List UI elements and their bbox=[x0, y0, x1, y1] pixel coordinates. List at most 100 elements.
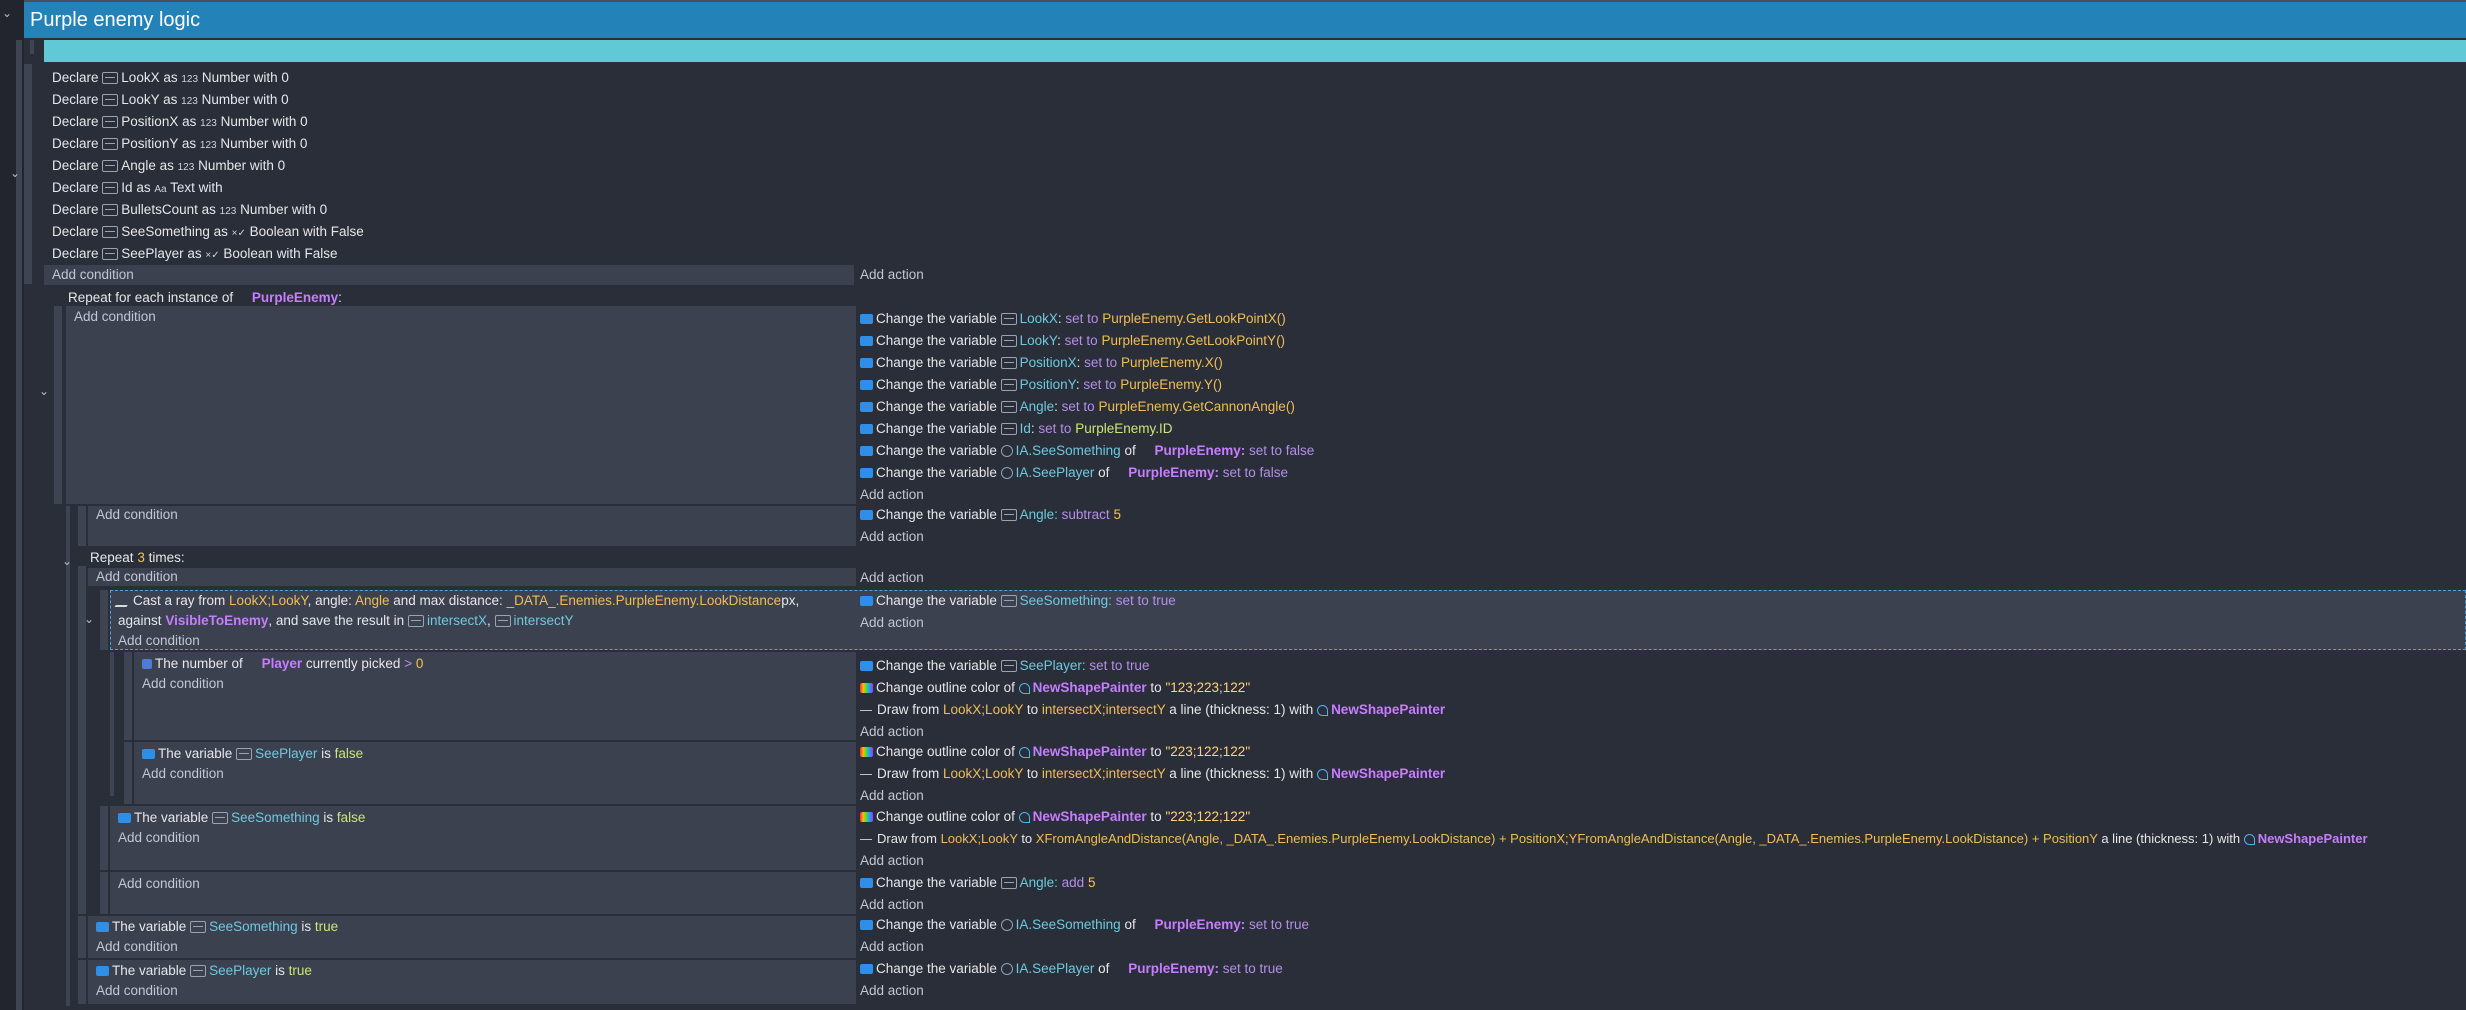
add-condition-link[interactable]: Add condition bbox=[118, 631, 848, 651]
condition-panel[interactable]: The number of Player currently picked > … bbox=[134, 652, 856, 740]
change-variable-action[interactable]: Change the variable Angle: add 5 bbox=[860, 872, 1095, 894]
collapse-chevron-icon[interactable]: ⌄ bbox=[10, 166, 20, 180]
action-list: Change the variable SeePlayer: set to tr… bbox=[860, 655, 1445, 743]
declare-action[interactable]: Declare LookY as 123 Number with 0 bbox=[52, 89, 364, 111]
declare-action[interactable]: Declare SeePlayer as ×✓ Boolean with Fal… bbox=[52, 243, 364, 265]
draw-line-action[interactable]: Draw from LookX;LookY to intersectX;inte… bbox=[860, 699, 1445, 721]
add-action-link[interactable]: Add action bbox=[860, 484, 1314, 506]
add-action-link[interactable]: Add action bbox=[860, 568, 924, 588]
condition-panel[interactable]: The variable SeePlayer is true Add condi… bbox=[88, 960, 856, 1004]
line-icon bbox=[860, 709, 872, 711]
draw-line-action[interactable]: Draw from LookX;LookY to intersectX;inte… bbox=[860, 763, 1445, 785]
add-action-link[interactable]: Add action bbox=[860, 526, 1121, 548]
action-list: Change the variable Angle: subtract 5 Ad… bbox=[860, 504, 1121, 548]
declare-action[interactable]: Declare PositionX as 123 Number with 0 bbox=[52, 111, 364, 133]
variable-icon bbox=[102, 160, 119, 173]
add-condition-link[interactable]: Add condition bbox=[88, 568, 856, 586]
variable-icon bbox=[102, 138, 119, 151]
add-condition-link[interactable]: Add condition bbox=[44, 265, 854, 285]
variable-condition[interactable]: The variable SeePlayer is false bbox=[142, 744, 848, 764]
add-condition-link[interactable]: Add condition bbox=[96, 937, 848, 957]
add-action-link[interactable]: Add action bbox=[860, 850, 2368, 872]
comment-bar[interactable] bbox=[44, 40, 2466, 62]
action-list: Change the variable IA.SeeSomething of P… bbox=[860, 914, 1309, 958]
change-outline-action[interactable]: Change outline color of NewShapePainter … bbox=[860, 806, 2368, 828]
change-object-variable-action[interactable]: Change the variable IA.SeePlayer of Purp… bbox=[860, 958, 1283, 980]
change-variable-action[interactable]: Change the variable Id: set to PurpleEne… bbox=[860, 418, 1314, 440]
group-rail bbox=[16, 40, 22, 1010]
add-action-link[interactable]: Add action bbox=[860, 721, 1445, 743]
condition-panel[interactable]: The variable SeePlayer is false Add cond… bbox=[134, 742, 856, 804]
add-condition-link[interactable]: Add condition bbox=[118, 828, 848, 848]
player-icon bbox=[142, 659, 152, 670]
condition-panel[interactable]: Add condition bbox=[88, 506, 856, 546]
declare-action[interactable]: Declare PositionY as 123 Number with 0 bbox=[52, 133, 364, 155]
change-object-variable-action[interactable]: Change the variable IA.SeeSomething of P… bbox=[860, 914, 1309, 936]
declare-action[interactable]: Declare SeeSomething as ×✓ Boolean with … bbox=[52, 221, 364, 243]
variable-condition[interactable]: The variable SeeSomething is false bbox=[118, 808, 848, 828]
change-variable-action[interactable]: Change the variable PositionX: set to Pu… bbox=[860, 352, 1314, 374]
change-variable-action[interactable]: Change the variable Angle: subtract 5 bbox=[860, 504, 1121, 526]
object-variable-icon bbox=[1000, 963, 1013, 976]
add-action-link[interactable]: Add action bbox=[860, 785, 1445, 807]
variable-icon bbox=[1000, 660, 1017, 673]
collapse-chevron-icon[interactable]: ⌄ bbox=[84, 612, 94, 626]
declare-action[interactable]: Declare LookX as 123 Number with 0 bbox=[52, 67, 364, 89]
declare-action[interactable]: Declare Id as Aa Text with bbox=[52, 177, 364, 199]
variable-condition[interactable]: The variable SeeSomething is true bbox=[96, 917, 848, 937]
add-action-link[interactable]: Add action bbox=[860, 612, 1176, 634]
variable-icon bbox=[102, 226, 119, 239]
declare-action[interactable]: Declare Angle as 123 Number with 0 bbox=[52, 155, 364, 177]
event-rail bbox=[100, 872, 108, 914]
shape-painter-icon bbox=[1317, 768, 1329, 780]
variable-icon bbox=[1000, 423, 1017, 436]
condition-panel[interactable]: Add condition bbox=[110, 872, 856, 914]
change-variable-action[interactable]: Change the variable Angle: set to Purple… bbox=[860, 396, 1314, 418]
add-condition-link[interactable]: Add condition bbox=[142, 674, 848, 694]
collapse-chevron-icon[interactable]: ⌄ bbox=[2, 6, 12, 20]
variable-action-icon bbox=[860, 336, 873, 347]
change-outline-action[interactable]: Change outline color of NewShapePainter … bbox=[860, 677, 1445, 699]
collapse-chevron-icon[interactable]: ⌄ bbox=[39, 384, 49, 398]
change-object-variable-action[interactable]: Change the variable IA.SeeSomething of P… bbox=[860, 440, 1314, 462]
event-rail bbox=[78, 960, 86, 1004]
group-title[interactable]: Purple enemy logic bbox=[24, 2, 2466, 38]
variable-condition[interactable]: The variable SeePlayer is true bbox=[96, 961, 848, 981]
declare-action[interactable]: Declare BulletsCount as 123 Number with … bbox=[52, 199, 364, 221]
add-action-link[interactable]: Add action bbox=[860, 980, 1283, 1002]
add-action-link[interactable]: Add action bbox=[860, 265, 924, 285]
shape-painter-icon bbox=[1018, 746, 1030, 758]
variable-icon bbox=[190, 921, 207, 934]
add-action-link[interactable]: Add action bbox=[860, 894, 1095, 916]
variable-action-icon bbox=[860, 402, 873, 413]
condition-panel[interactable]: The variable SeeSomething is true Add co… bbox=[88, 916, 856, 958]
action-list: Change the variable LookX: set to Purple… bbox=[860, 308, 1314, 506]
change-variable-action[interactable]: Change the variable LookY: set to Purple… bbox=[860, 330, 1314, 352]
variable-icon bbox=[102, 94, 119, 107]
condition-panel[interactable]: The variable SeeSomething is false Add c… bbox=[110, 806, 856, 870]
raycast-condition[interactable]: Cast a ray from LookX;LookY, angle: Angl… bbox=[114, 591, 848, 651]
condition-panel[interactable]: Add condition bbox=[66, 306, 856, 504]
color-icon bbox=[860, 812, 873, 823]
change-outline-action[interactable]: Change outline color of NewShapePainter … bbox=[860, 741, 1445, 763]
variable-icon bbox=[1000, 595, 1017, 608]
change-variable-action[interactable]: Change the variable PositionY: set to Pu… bbox=[860, 374, 1314, 396]
draw-line-action[interactable]: Draw from LookX;LookY to XFromAngleAndDi… bbox=[860, 828, 2368, 850]
add-condition-link[interactable]: Add condition bbox=[96, 981, 848, 1001]
event-rail bbox=[24, 64, 32, 284]
change-object-variable-action[interactable]: Change the variable IA.SeePlayer of Purp… bbox=[860, 462, 1314, 484]
add-condition-link[interactable]: Add condition bbox=[142, 764, 848, 784]
add-action-link[interactable]: Add action bbox=[860, 936, 1309, 958]
event-rail bbox=[100, 806, 108, 870]
player-count-condition[interactable]: The number of Player currently picked > … bbox=[142, 654, 848, 674]
collapse-chevron-icon[interactable]: ⌄ bbox=[62, 554, 72, 568]
color-icon bbox=[860, 683, 873, 694]
repeat-header[interactable]: Repeat 3 times: bbox=[90, 547, 185, 569]
variable-action-icon bbox=[860, 878, 873, 889]
change-variable-action[interactable]: Change the variable SeeSomething: set to… bbox=[860, 590, 1176, 612]
change-variable-action[interactable]: Change the variable SeePlayer: set to tr… bbox=[860, 655, 1445, 677]
shape-painter-icon bbox=[1018, 811, 1030, 823]
change-variable-action[interactable]: Change the variable LookX: set to Purple… bbox=[860, 308, 1314, 330]
variable-icon bbox=[102, 116, 119, 129]
variable-icon bbox=[1000, 379, 1017, 392]
